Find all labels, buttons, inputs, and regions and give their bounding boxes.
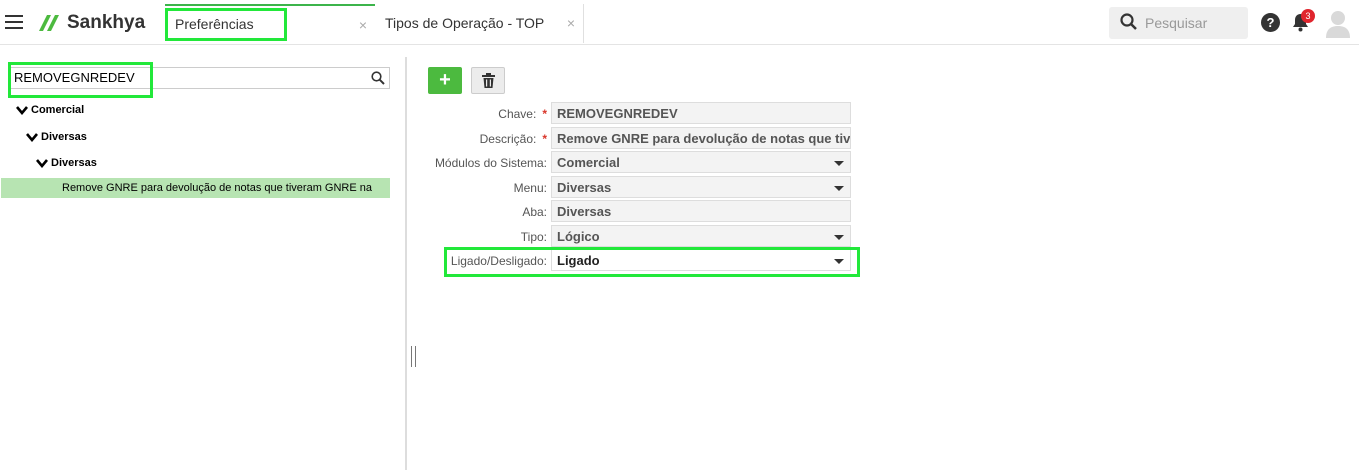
tab-label: Tipos de Operação - TOP (385, 15, 545, 31)
chave-field[interactable]: REMOVEGNREDEV (551, 102, 851, 124)
delete-button[interactable] (471, 67, 505, 94)
tree-node-label: Diversas (51, 157, 97, 169)
menu-icon[interactable] (5, 15, 23, 29)
tree-node-label: Comercial (31, 104, 85, 116)
global-search-input[interactable]: Pesquisar (1109, 7, 1248, 39)
panel-splitter[interactable] (405, 57, 407, 470)
dropdown-caret-icon (834, 235, 844, 240)
search-placeholder: Pesquisar (1145, 15, 1208, 31)
avatar-icon[interactable] (1325, 9, 1351, 39)
tipo-select[interactable]: Lógico (551, 225, 851, 247)
close-icon[interactable]: × (359, 17, 367, 33)
tree-item-label: Remove GNRE para devolução de notas que … (62, 182, 372, 194)
dropdown-caret-icon (834, 186, 844, 191)
preference-search-input[interactable]: REMOVEGNREDEV (10, 67, 390, 89)
tree-item-selected[interactable]: Remove GNRE para devolução de notas que … (1, 178, 390, 198)
ligado-desligado-select[interactable]: Ligado (551, 249, 851, 271)
search-icon[interactable] (371, 71, 385, 85)
top-bar: Sankhya Preferências × Tipos de Operação… (0, 0, 1359, 45)
search-icon (1120, 13, 1137, 30)
tree-node-diversas[interactable]: Diversas (26, 131, 87, 143)
chevron-down-icon (16, 105, 28, 115)
dropdown-caret-icon (834, 259, 844, 264)
search-input-value: REMOVEGNREDEV (14, 70, 135, 85)
notification-badge: 3 (1301, 9, 1315, 23)
tree-node-label: Diversas (41, 131, 87, 143)
chevron-down-icon (26, 132, 38, 142)
logo-text: Sankhya (67, 12, 146, 33)
field-label-menu: Menu: (513, 181, 547, 195)
tab-tipos-operacao[interactable]: Tipos de Operação - TOP × (376, 4, 584, 43)
chevron-down-icon (36, 158, 48, 168)
menu-select[interactable]: Diversas (551, 176, 851, 198)
dropdown-caret-icon (834, 161, 844, 166)
add-button[interactable]: + (428, 67, 462, 94)
aba-field[interactable]: Diversas (551, 200, 851, 222)
app-logo[interactable]: Sankhya (35, 10, 145, 36)
tree-node-comercial[interactable]: Comercial (16, 104, 84, 116)
field-label-tipo: Tipo: (520, 230, 547, 244)
sankhya-logo-icon (39, 15, 59, 31)
field-label-aba: Aba: (522, 205, 547, 219)
tab-preferencias[interactable]: Preferências × (165, 4, 375, 43)
field-label-descricao: Descrição: * (479, 132, 547, 146)
plus-icon: + (439, 69, 451, 91)
splitter-grip-icon[interactable] (411, 346, 416, 367)
modulos-select[interactable]: Comercial (551, 151, 851, 173)
help-icon[interactable]: ? (1261, 13, 1280, 32)
tab-label: Preferências (175, 16, 254, 32)
tree-node-diversas-sub[interactable]: Diversas (36, 157, 97, 169)
close-icon[interactable]: × (567, 15, 575, 31)
field-label-chave: Chave: * (498, 107, 547, 121)
trash-icon (482, 73, 495, 88)
descricao-field[interactable]: Remove GNRE para devolução de notas que … (551, 127, 851, 149)
field-label-ligado: Ligado/Desligado: (450, 254, 547, 268)
field-label-modulos: Módulos do Sistema: (434, 156, 547, 170)
